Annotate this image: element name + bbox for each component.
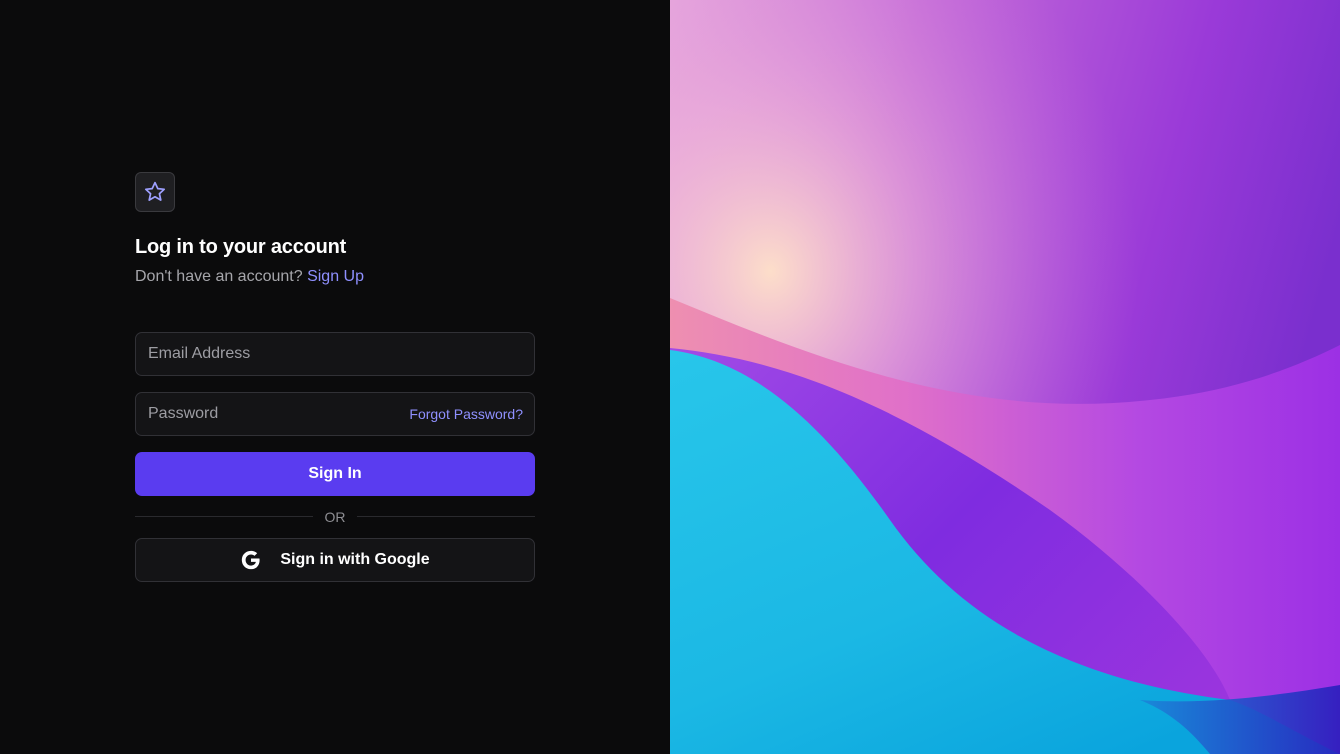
forgot-password-link[interactable]: Forgot Password? — [409, 406, 523, 422]
logo-badge — [135, 172, 175, 212]
email-field-container — [135, 332, 535, 376]
google-sign-in-button[interactable]: Sign in with Google — [135, 538, 535, 582]
page-title: Log in to your account — [135, 236, 347, 258]
hero-artwork — [670, 0, 1340, 754]
signup-link[interactable]: Sign Up — [307, 268, 364, 285]
google-icon — [242, 550, 260, 570]
sign-in-button[interactable]: Sign In — [135, 452, 535, 496]
divider-text: OR — [324, 509, 346, 525]
star-icon — [144, 181, 166, 201]
signup-prompt: Don't have an account? Sign Up — [135, 268, 364, 286]
login-panel: Log in to your account Don't have an acc… — [0, 0, 670, 754]
abstract-wave-image — [670, 0, 1340, 754]
or-divider: OR — [135, 507, 535, 527]
signup-prompt-text: Don't have an account? — [135, 268, 303, 285]
google-button-label: Sign in with Google — [280, 551, 430, 568]
password-field-container: Forgot Password? — [135, 392, 535, 436]
divider-line-right — [357, 516, 535, 517]
email-field[interactable] — [136, 333, 534, 375]
